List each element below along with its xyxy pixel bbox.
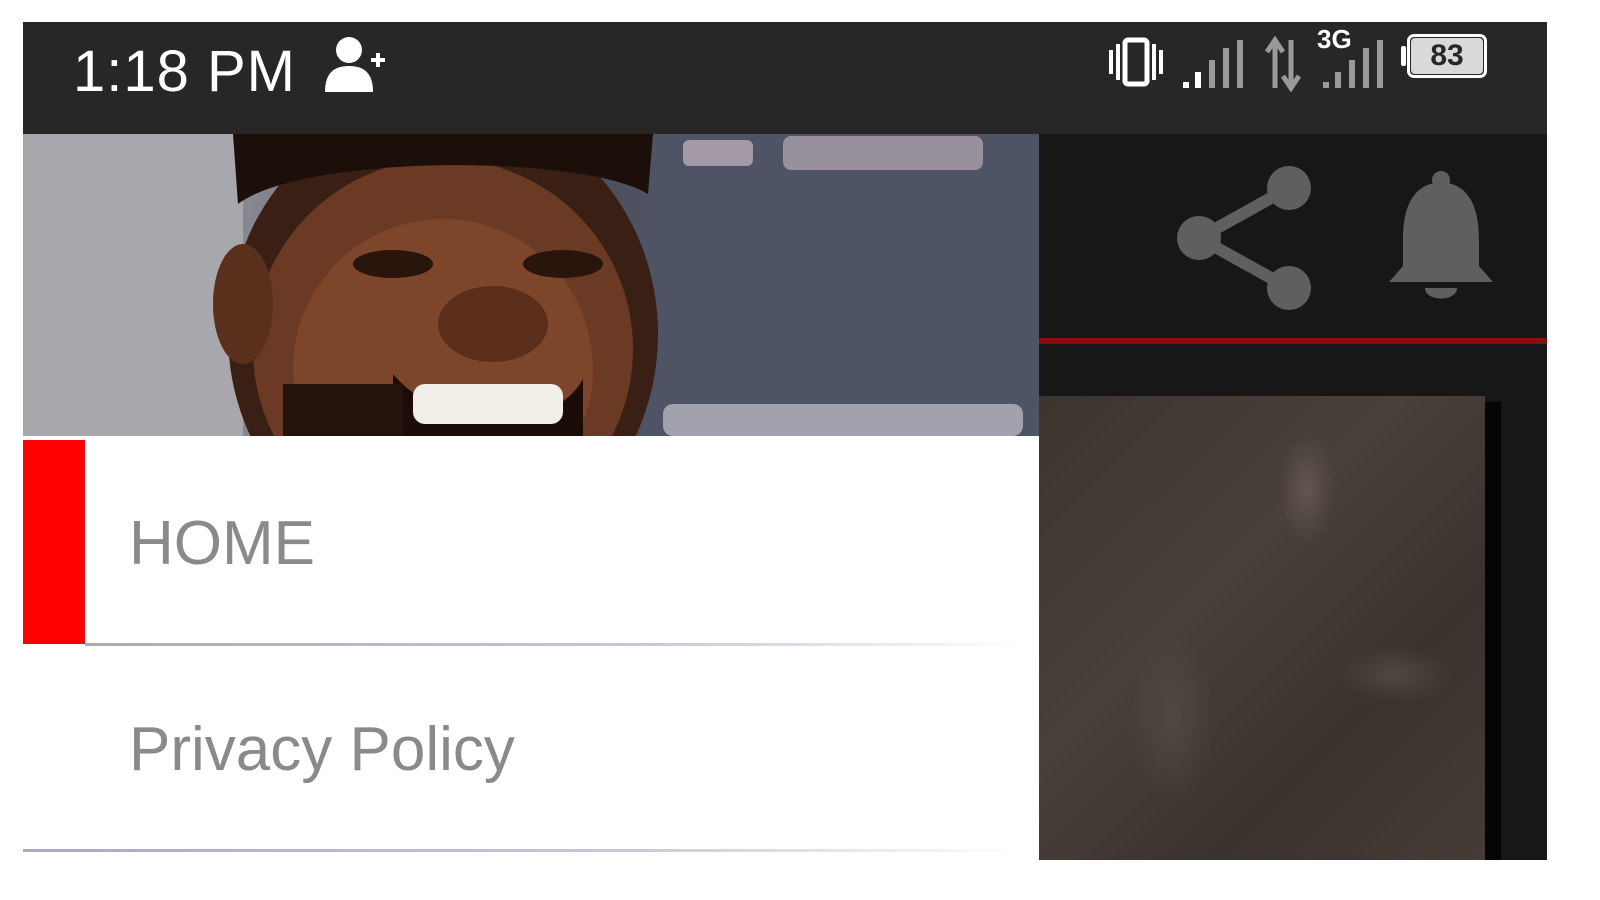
- status-bar: 1:18 PM 3G 83: [23, 22, 1547, 134]
- vibrate-icon: [1109, 37, 1163, 87]
- battery-tip: [1401, 46, 1406, 66]
- status-time: 1:18 PM: [73, 39, 296, 104]
- drawer-item-home[interactable]: HOME: [23, 440, 1039, 646]
- drawer-item-label: Privacy Policy: [129, 715, 515, 784]
- video-thumbnail[interactable]: [1039, 396, 1485, 860]
- signal-icon: [1183, 40, 1243, 88]
- drawer-item-label: HOME: [129, 509, 315, 578]
- add-person-icon: [325, 37, 385, 92]
- phone-screen: 1:18 PM 3G 83 HOME Privacy Policy: [23, 22, 1547, 860]
- signal-icon: [1323, 40, 1383, 88]
- profile-photo: [23, 134, 1039, 436]
- drawer-header-image: [23, 134, 1039, 436]
- toolbar-accent-rule: [1039, 338, 1547, 344]
- divider: [23, 849, 1023, 852]
- video-thumbnail-edge: [1485, 402, 1501, 860]
- battery-icon: 83: [1401, 34, 1493, 82]
- app-content: [1039, 134, 1547, 860]
- navigation-drawer: HOME Privacy Policy: [23, 134, 1039, 860]
- battery-level: 83: [1430, 39, 1464, 72]
- bell-icon[interactable]: [1381, 170, 1501, 310]
- share-icon[interactable]: [1169, 164, 1319, 314]
- data-transfer-icon: [1264, 36, 1302, 92]
- active-item-indicator: [23, 440, 85, 644]
- drawer-item-privacy-policy[interactable]: Privacy Policy: [23, 646, 1039, 852]
